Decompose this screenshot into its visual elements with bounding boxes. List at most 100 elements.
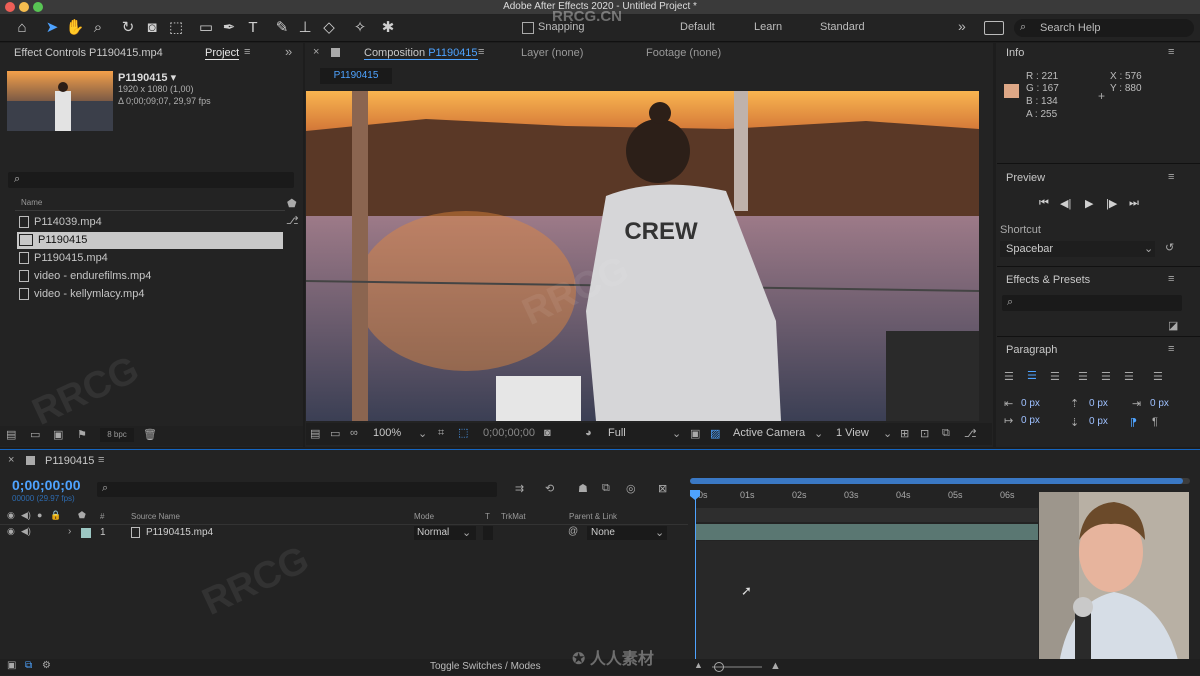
- panel-menu-icon[interactable]: ≡: [1168, 343, 1174, 355]
- vr-icon[interactable]: ∞: [350, 427, 358, 439]
- eraser-tool-icon[interactable]: ◇: [319, 18, 339, 38]
- column-mode[interactable]: Mode: [414, 512, 434, 521]
- current-time-indicator[interactable]: [695, 495, 696, 660]
- space-after-field[interactable]: 0 px: [1089, 416, 1108, 427]
- transparency-grid-icon[interactable]: ▨: [710, 427, 720, 440]
- composition-mini-flowchart-icon[interactable]: ⇉: [515, 482, 524, 495]
- selection-tool-icon[interactable]: ➤: [42, 18, 62, 38]
- audio-icon[interactable]: ◀): [21, 526, 31, 537]
- composition-breadcrumb[interactable]: P1190415: [320, 68, 392, 84]
- new-folder-icon[interactable]: ▭: [30, 428, 40, 441]
- first-frame-icon[interactable]: ⏮: [1039, 197, 1049, 210]
- shortcut-select[interactable]: Spacebar ⌄: [1000, 241, 1155, 257]
- workspace-learn[interactable]: Learn: [754, 21, 782, 33]
- project-settings-icon[interactable]: ⚑: [77, 428, 87, 441]
- panel-menu-icon[interactable]: ≡: [1168, 273, 1174, 285]
- zoom-tool-icon[interactable]: ⌕: [88, 18, 108, 38]
- workspace-standard[interactable]: Standard: [820, 21, 865, 33]
- indent-left-field[interactable]: 0 px: [1021, 398, 1040, 409]
- column-parent[interactable]: Parent & Link: [569, 512, 617, 521]
- align-right-icon[interactable]: ☰: [1050, 370, 1060, 383]
- composition-viewer[interactable]: CREW: [306, 91, 979, 421]
- fast-previews-icon[interactable]: ⊡: [920, 427, 929, 440]
- toggle-switches-modes-button[interactable]: Toggle Switches / Modes: [430, 661, 541, 672]
- hand-tool-icon[interactable]: ✋: [65, 18, 85, 38]
- more-workspaces-icon[interactable]: »: [958, 18, 966, 34]
- flowchart-icon[interactable]: ⎇: [286, 214, 299, 227]
- align-center-icon[interactable]: ☰: [1027, 369, 1037, 382]
- time-stretch-icon[interactable]: ⚙: [42, 660, 51, 671]
- view-layout-select[interactable]: 1 View: [836, 427, 869, 439]
- puppet-tool-icon[interactable]: ✱: [378, 18, 398, 38]
- tab-layer[interactable]: Layer (none): [521, 47, 583, 59]
- audio-icon[interactable]: ◀): [21, 510, 31, 521]
- graph-editor-icon[interactable]: ⊠: [658, 482, 667, 495]
- layer-name[interactable]: P1190415.mp4: [146, 527, 213, 538]
- roto-brush-tool-icon[interactable]: ✧: [350, 18, 370, 38]
- project-search-input[interactable]: ⌕: [8, 172, 294, 188]
- tab-timeline-comp[interactable]: P1190415: [45, 455, 94, 467]
- timeline-search-input[interactable]: ⌕: [97, 482, 497, 497]
- camera-select[interactable]: Active Camera: [733, 427, 805, 439]
- mask-visibility-icon[interactable]: ⬚: [458, 426, 468, 439]
- transfer-controls-icon[interactable]: ⧉: [25, 660, 32, 671]
- interpret-footage-icon[interactable]: ▤: [6, 428, 16, 441]
- work-area-bar[interactable]: [695, 508, 1038, 522]
- play-icon[interactable]: ▶: [1085, 197, 1093, 210]
- zoom-slider-thumb[interactable]: [714, 662, 724, 672]
- tab-effect-controls[interactable]: Effect Controls P1190415.mp4: [14, 47, 163, 59]
- zoom-out-icon[interactable]: ▲: [694, 660, 703, 670]
- draft-3d-icon[interactable]: ⟲: [545, 482, 554, 495]
- label-tag-icon[interactable]: ⬟: [287, 197, 297, 210]
- channel-rgb-icon[interactable]: ◕: [585, 427, 592, 439]
- previous-frame-icon[interactable]: ◀|: [1060, 197, 1071, 210]
- eye-icon[interactable]: ◉: [7, 510, 15, 521]
- time-navigator-range[interactable]: [690, 478, 1183, 484]
- layer-duration-bar[interactable]: [695, 524, 1038, 540]
- layer-label-color[interactable]: [81, 528, 91, 538]
- list-item[interactable]: P1190415.mp4: [17, 250, 283, 267]
- workspace-toggle-icon[interactable]: [984, 21, 1004, 35]
- effects-search-input[interactable]: ⌕: [1002, 295, 1182, 311]
- align-left-icon[interactable]: ☰: [1004, 370, 1014, 383]
- rtl-direction-icon[interactable]: ¶: [1152, 416, 1158, 428]
- panel-menu-icon[interactable]: ≡: [1168, 171, 1174, 183]
- layer-switches-icon[interactable]: ▣: [7, 660, 16, 671]
- composition-lock-icon[interactable]: [26, 456, 35, 465]
- tab-footage[interactable]: Footage (none): [646, 47, 721, 59]
- clone-stamp-tool-icon[interactable]: ⊥: [295, 18, 315, 38]
- tab-project[interactable]: Project: [205, 47, 240, 60]
- zoom-select[interactable]: 100%: [373, 427, 401, 439]
- flowchart-icon[interactable]: ⎇: [964, 427, 977, 440]
- expand-panel-icon[interactable]: »: [285, 44, 292, 59]
- pick-whip-icon[interactable]: @: [568, 526, 578, 537]
- preserve-transparency-checkbox[interactable]: [483, 526, 493, 540]
- column-trkmat[interactable]: TrkMat: [501, 512, 526, 521]
- close-tab-icon[interactable]: ×: [8, 454, 14, 466]
- blend-mode-select[interactable]: Normal ⌄: [414, 526, 476, 540]
- camera-tool-icon[interactable]: ◙: [142, 18, 162, 38]
- list-item[interactable]: video - kellymlacy.mp4: [17, 286, 283, 303]
- type-tool-icon[interactable]: T: [243, 18, 263, 38]
- table-row[interactable]: ◉ ◀) › 1 P1190415.mp4 Normal ⌄ @ None ⌄: [0, 524, 688, 542]
- workspace-default[interactable]: Default: [680, 21, 715, 33]
- zoom-in-icon[interactable]: ▲: [770, 660, 781, 672]
- panel-menu-icon[interactable]: ≡: [478, 46, 484, 58]
- new-composition-icon[interactable]: ▣: [53, 428, 63, 441]
- new-preset-icon[interactable]: ◪: [1168, 319, 1178, 332]
- rotation-tool-icon[interactable]: ↻: [118, 18, 138, 38]
- resolution-select[interactable]: Full: [608, 427, 626, 439]
- home-icon[interactable]: ⌂: [12, 18, 32, 38]
- space-before-field[interactable]: 0 px: [1089, 398, 1108, 409]
- parent-select[interactable]: None ⌄: [587, 526, 667, 540]
- timeline-icon[interactable]: ⧉: [942, 427, 950, 440]
- column-name-label[interactable]: Name: [21, 198, 42, 207]
- monitor-icon[interactable]: ▭: [330, 427, 340, 440]
- timeline-timecode[interactable]: 0;00;00;00: [12, 477, 81, 493]
- toggle-pixel-aspect-icon[interactable]: ⊞: [900, 427, 909, 440]
- ltr-direction-icon[interactable]: ⁋: [1130, 416, 1137, 429]
- shy-layers-icon[interactable]: ☗: [578, 482, 588, 495]
- pen-tool-icon[interactable]: ✒: [219, 18, 239, 38]
- rectangle-tool-icon[interactable]: ▭: [196, 18, 216, 38]
- brush-tool-icon[interactable]: ✎: [272, 18, 292, 38]
